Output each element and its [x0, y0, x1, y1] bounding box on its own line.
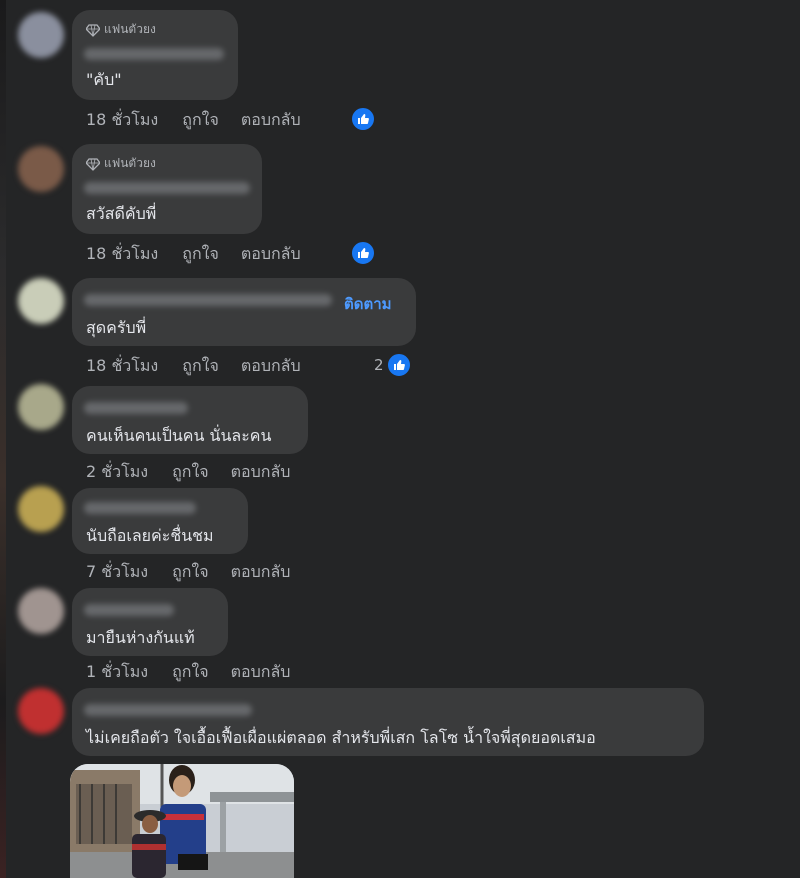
like-button[interactable]: ถูกใจ: [172, 460, 209, 485]
reply-button[interactable]: ตอบกลับ: [241, 108, 301, 133]
comment-bubble: แฟนตัวยง "คับ": [72, 10, 238, 100]
comment-time[interactable]: 7 ชั่วโมง: [86, 560, 148, 585]
comment-text: คนเห็นคนเป็นคน นั่นละคน: [86, 426, 272, 445]
follow-button[interactable]: ติดตาม: [344, 292, 392, 316]
avatar[interactable]: [18, 384, 64, 430]
reply-button[interactable]: ตอบกลับ: [231, 660, 291, 685]
reply-button[interactable]: ตอบกลับ: [231, 460, 291, 485]
commenter-name[interactable]: [84, 704, 252, 716]
like-button[interactable]: ถูกใจ: [182, 108, 219, 133]
comment-photo[interactable]: [70, 764, 294, 878]
comment-actions: 7 ชั่วโมง ถูกใจ ตอบกลับ: [86, 560, 290, 585]
badge-label: แฟนตัวยง: [104, 22, 156, 36]
like-button[interactable]: ถูกใจ: [172, 560, 209, 585]
commenter-name[interactable]: [84, 502, 196, 514]
avatar[interactable]: [18, 146, 64, 192]
top-fan-badge: แฟนตัวยง: [86, 154, 156, 173]
reply-button[interactable]: ตอบกลับ: [231, 560, 291, 585]
comment-text: ไม่เคยถือตัว ใจเอื้อเฟื้อเผื่อแผ่ตลอด สำ…: [86, 728, 596, 747]
comment-time[interactable]: 18 ชั่วโมง: [86, 242, 158, 267]
photo-image: [70, 764, 294, 878]
comment-text: สุดครับพี่: [86, 318, 147, 337]
avatar[interactable]: [18, 12, 64, 58]
diamond-icon: [86, 157, 100, 171]
comment-bubble: ติดตาม สุดครับพี่: [72, 278, 416, 346]
avatar[interactable]: [18, 688, 64, 734]
commenter-name[interactable]: [84, 182, 250, 194]
commenter-name[interactable]: [84, 48, 224, 60]
comment-bubble: มายืนห่างกันแท้: [72, 588, 228, 656]
left-edge-strip: [0, 0, 6, 878]
comment-actions: 18 ชั่วโมง ถูกใจ ตอบกลับ: [86, 242, 301, 267]
comment-actions: 1 ชั่วโมง ถูกใจ ตอบกลับ: [86, 660, 290, 685]
avatar[interactable]: [18, 588, 64, 634]
thumbs-up-icon: [350, 106, 376, 132]
like-button[interactable]: ถูกใจ: [182, 242, 219, 267]
commenter-name[interactable]: [84, 402, 188, 414]
avatar[interactable]: [18, 278, 64, 324]
top-fan-badge: แฟนตัวยง: [86, 20, 156, 39]
comment-bubble: ไม่เคยถือตัว ใจเอื้อเฟื้อเผื่อแผ่ตลอด สำ…: [72, 688, 704, 756]
comment-bubble: แฟนตัวยง สวัสดีคับพี่: [72, 144, 262, 234]
reaction-summary[interactable]: [350, 106, 376, 132]
diamond-icon: [86, 23, 100, 37]
comment-time[interactable]: 18 ชั่วโมง: [86, 354, 158, 379]
reply-button[interactable]: ตอบกลับ: [241, 354, 301, 379]
comment-bubble: นับถือเลยค่ะชื่นชม: [72, 488, 248, 554]
avatar[interactable]: [18, 486, 64, 532]
commenter-name[interactable]: [84, 604, 174, 616]
comment-time[interactable]: 1 ชั่วโมง: [86, 660, 148, 685]
comment-time[interactable]: 18 ชั่วโมง: [86, 108, 158, 133]
comment-actions: 2 ชั่วโมง ถูกใจ ตอบกลับ: [86, 460, 290, 485]
comment-text: นับถือเลยค่ะชื่นชม: [86, 526, 214, 545]
thumbs-up-icon: [350, 240, 376, 266]
reaction-summary[interactable]: [350, 240, 376, 266]
comment-actions: 18 ชั่วโมง ถูกใจ ตอบกลับ: [86, 108, 301, 133]
commenter-name[interactable]: [84, 294, 332, 306]
thumbs-up-icon: [385, 352, 412, 378]
like-button[interactable]: ถูกใจ: [172, 660, 209, 685]
reply-button[interactable]: ตอบกลับ: [241, 242, 301, 267]
comment-text: มายืนห่างกันแท้: [86, 628, 195, 647]
badge-label: แฟนตัวยง: [104, 156, 156, 170]
comment-text: สวัสดีคับพี่: [86, 204, 157, 223]
comment-text: "คับ": [86, 70, 122, 89]
comment-time[interactable]: 2 ชั่วโมง: [86, 460, 148, 485]
like-button[interactable]: ถูกใจ: [182, 354, 219, 379]
reaction-count: 2: [374, 356, 384, 374]
comment-actions: 18 ชั่วโมง ถูกใจ ตอบกลับ: [86, 354, 301, 379]
comment-bubble: คนเห็นคนเป็นคน นั่นละคน: [72, 386, 308, 454]
reaction-summary[interactable]: 2: [374, 352, 412, 378]
